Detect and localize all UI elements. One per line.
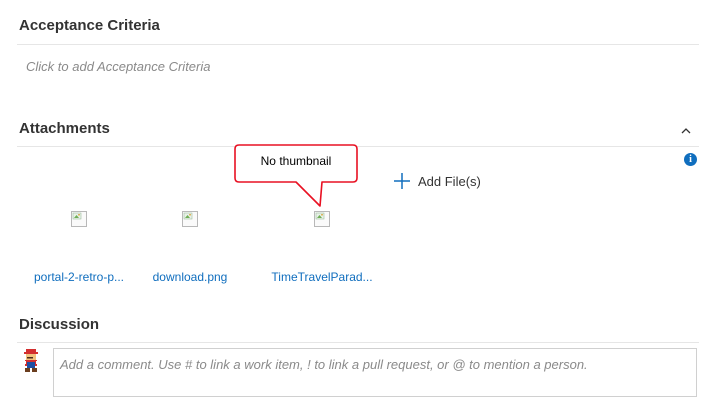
avatar[interactable] [20,348,42,374]
attachments-collapse-button[interactable] [679,124,693,138]
attachment-tile[interactable]: portal-2-retro-p... [19,208,139,288]
attachment-file-name[interactable]: portal-2-retro-p... [19,270,139,284]
comment-placeholder: Add a comment. Use # to link a work item… [60,357,588,372]
attachment-tile[interactable]: TimeTravelParad... [262,208,382,288]
discussion-divider [17,342,699,343]
attachment-tile[interactable]: download.png [130,208,250,288]
attachment-file-name[interactable]: download.png [130,270,250,284]
attachments-divider [17,146,699,147]
add-files-button[interactable]: Add File(s) [393,172,481,190]
acceptance-criteria-divider [17,44,699,45]
acceptance-criteria-title: Acceptance Criteria [19,17,160,34]
attachments-title: Attachments [19,120,110,137]
callout-text: No thumbnail [260,154,332,168]
broken-image-icon [314,211,330,227]
attachment-file-name[interactable]: TimeTravelParad... [262,270,382,284]
work-item-form: Acceptance Criteria Click to add Accepta… [0,0,713,419]
comment-input[interactable]: Add a comment. Use # to link a work item… [53,348,697,397]
chevron-up-icon [681,128,691,134]
discussion-title: Discussion [19,316,100,333]
info-icon[interactable]: i [684,153,697,166]
no-thumbnail-callout: No thumbnail [234,144,358,207]
plus-icon [394,173,410,189]
broken-image-icon [71,211,87,227]
acceptance-criteria-field[interactable]: Click to add Acceptance Criteria [26,59,211,74]
add-files-label: Add File(s) [418,173,481,189]
broken-image-icon [182,211,198,227]
